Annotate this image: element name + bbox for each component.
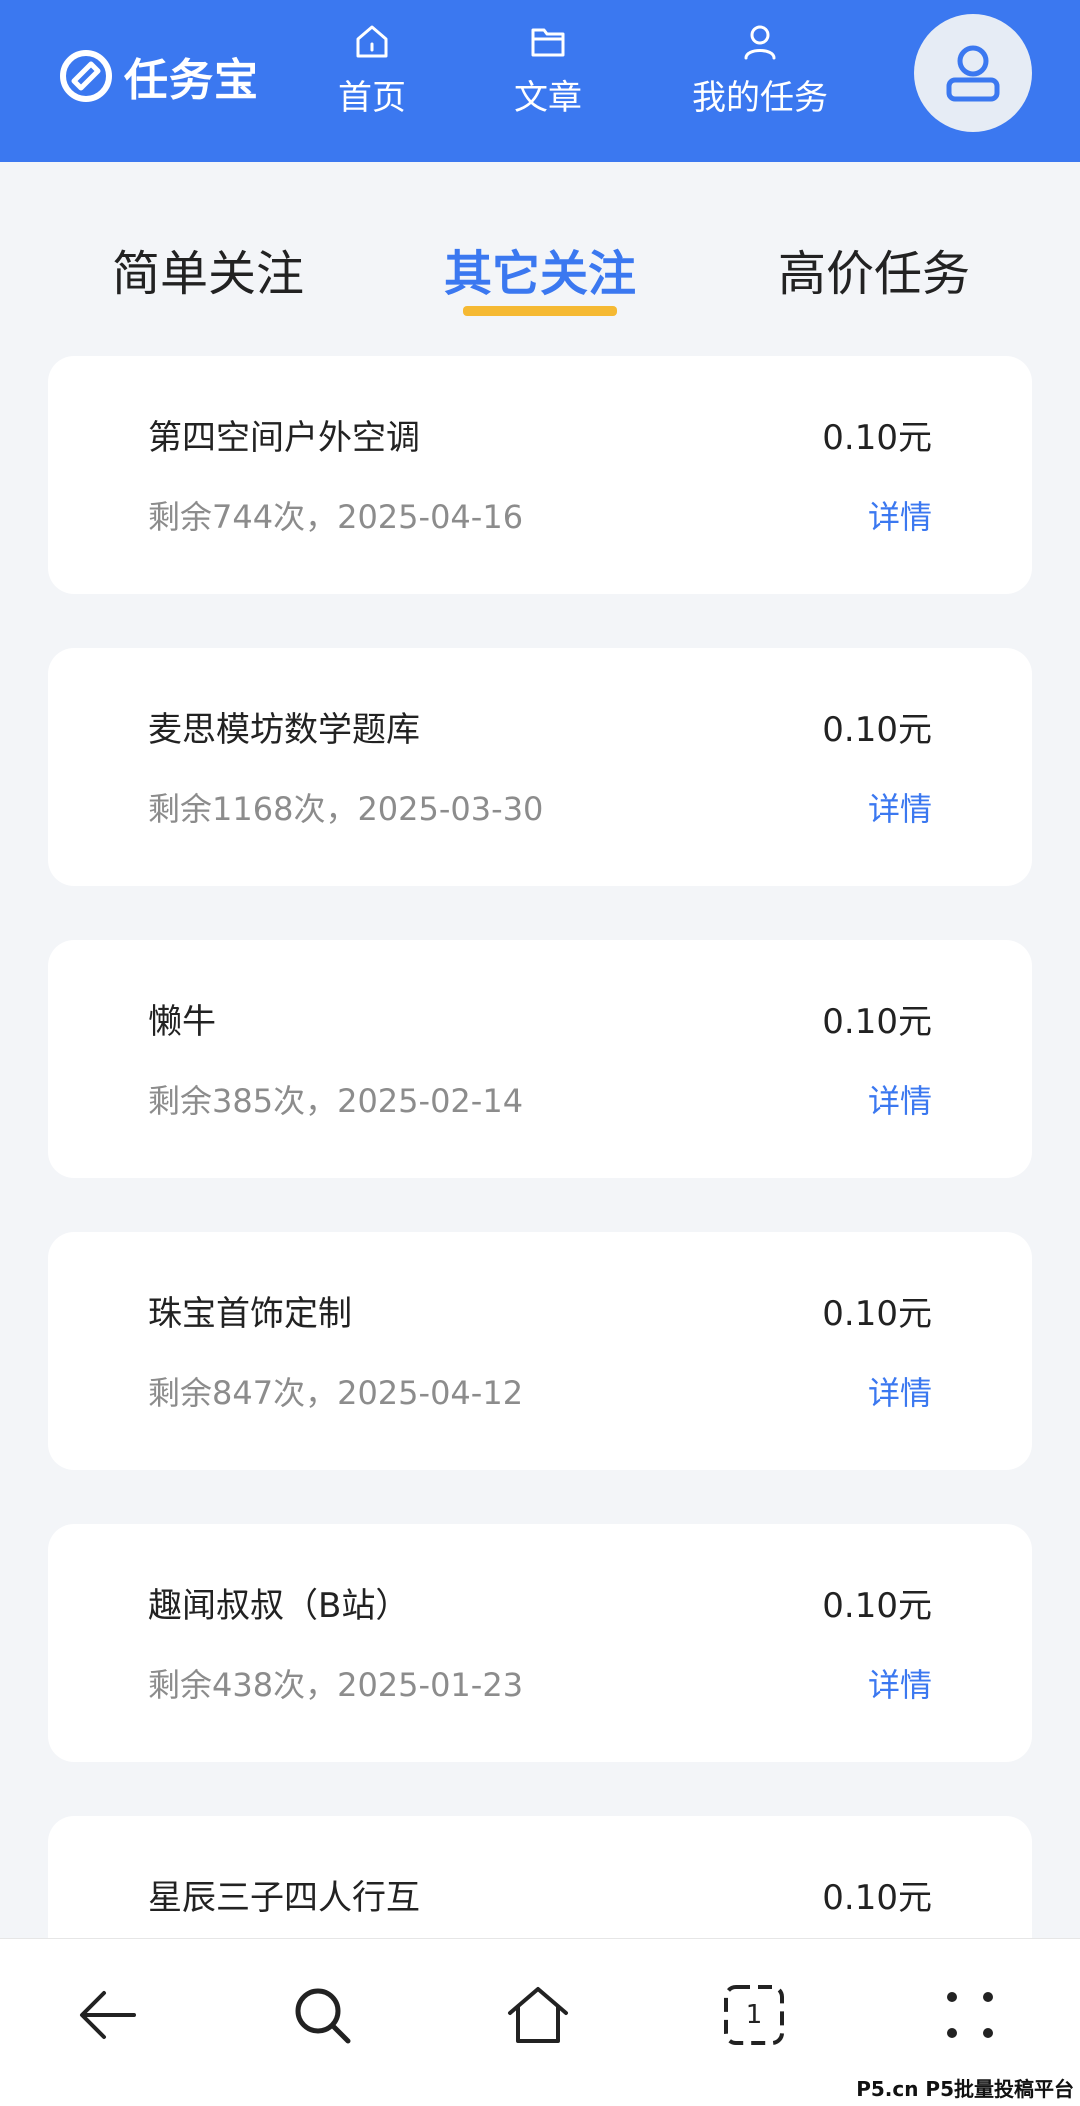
tabs-button[interactable]: 1 <box>718 1979 790 2051</box>
search-icon <box>295 1988 351 2044</box>
task-card[interactable]: 第四空间户外空调 0.10元 剩余744次，2025-04-16 详情 <box>48 356 1032 594</box>
task-price: 0.10元 <box>822 710 932 750</box>
logo-icon <box>60 50 112 102</box>
task-card[interactable]: 趣闻叔叔（B站） 0.10元 剩余438次，2025-01-23 详情 <box>48 1524 1032 1762</box>
nav-home[interactable]: 首页 <box>338 22 406 119</box>
task-card[interactable]: 珠宝首饰定制 0.10元 剩余847次，2025-04-12 详情 <box>48 1232 1032 1470</box>
active-tab-indicator <box>463 306 617 316</box>
task-detail-link[interactable]: 详情 <box>868 784 932 830</box>
tab-count: 1 <box>745 2000 763 2030</box>
task-meta: 剩余744次，2025-04-16 <box>148 498 524 536</box>
avatar[interactable] <box>914 14 1032 132</box>
nav-my-tasks-label: 我的任务 <box>692 78 828 118</box>
task-title: 麦思模坊数学题库 <box>148 710 420 750</box>
task-detail-link[interactable]: 详情 <box>868 1076 932 1122</box>
task-price: 0.10元 <box>822 1294 932 1334</box>
task-card[interactable]: 麦思模坊数学题库 0.10元 剩余1168次，2025-03-30 详情 <box>48 648 1032 886</box>
watermark-text: P5.cn P5批量投稿平台 <box>856 2077 1074 2101</box>
logo[interactable]: 任务宝 <box>58 44 259 108</box>
avatar-user-icon <box>946 45 1000 102</box>
browser-bottom-bar: 1 P5.cn P5批量投稿平台 <box>0 1938 1080 2106</box>
back-button[interactable] <box>72 1979 144 2051</box>
task-meta: 剩余1168次，2025-03-30 <box>148 790 544 828</box>
page: 任务宝 首页 文章 我的任务 简单关注 其它关注 高价任务 第四空间户外空调 0… <box>0 0 1080 2106</box>
search-button[interactable] <box>286 1979 358 2051</box>
category-tabs: 简单关注 其它关注 高价任务 <box>0 162 1080 332</box>
more-icon <box>947 1992 993 2038</box>
top-header: 任务宝 首页 文章 我的任务 <box>0 0 1080 162</box>
more-button[interactable] <box>934 1979 1006 2051</box>
back-arrow-icon <box>80 1991 136 2039</box>
home-icon <box>508 1987 568 2043</box>
task-detail-link[interactable]: 详情 <box>868 1660 932 1706</box>
logo-text: 任务宝 <box>124 55 259 106</box>
task-title: 第四空间户外空调 <box>148 418 420 458</box>
task-detail-link[interactable]: 详情 <box>868 492 932 538</box>
task-title: 懒牛 <box>148 1002 216 1042</box>
task-meta: 剩余847次，2025-04-12 <box>148 1374 524 1412</box>
task-meta: 剩余385次，2025-02-14 <box>148 1082 524 1120</box>
task-title: 星辰三子四人行互 <box>148 1878 420 1918</box>
tab-high-price-tasks[interactable]: 高价任务 <box>778 234 970 304</box>
browser-home-button[interactable] <box>502 1979 574 2051</box>
task-title: 珠宝首饰定制 <box>148 1294 352 1334</box>
tab-other-follow[interactable]: 其它关注 <box>444 234 636 304</box>
nav-article[interactable]: 文章 <box>514 22 582 119</box>
nav-home-label: 首页 <box>338 78 406 118</box>
task-card[interactable]: 懒牛 0.10元 剩余385次，2025-02-14 详情 <box>48 940 1032 1178</box>
nav-article-label: 文章 <box>514 78 582 118</box>
task-meta: 剩余438次，2025-01-23 <box>148 1666 524 1704</box>
home-icon <box>356 25 388 58</box>
task-price: 0.10元 <box>822 1878 932 1918</box>
user-icon <box>744 25 776 60</box>
task-detail-link[interactable]: 详情 <box>868 1368 932 1414</box>
task-title: 趣闻叔叔（B站） <box>148 1586 410 1626</box>
folder-icon <box>531 28 565 57</box>
task-price: 0.10元 <box>822 1002 932 1042</box>
nav-my-tasks[interactable]: 我的任务 <box>692 22 828 119</box>
task-price: 0.10元 <box>822 1586 932 1626</box>
tab-simple-follow[interactable]: 简单关注 <box>112 234 304 304</box>
task-price: 0.10元 <box>822 418 932 458</box>
